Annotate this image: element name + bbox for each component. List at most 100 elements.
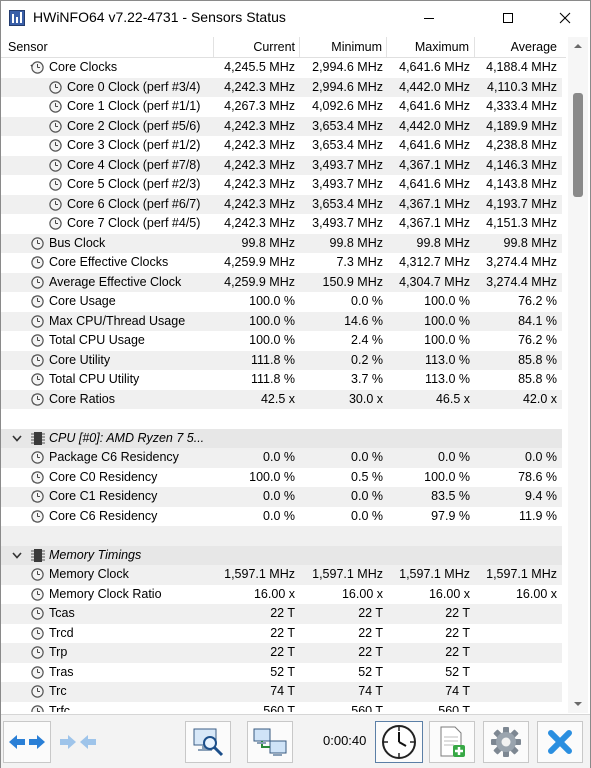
spacer-row[interactable] bbox=[1, 526, 562, 546]
gear-icon bbox=[491, 727, 521, 757]
maximum-value: 4,641.6 MHz bbox=[399, 99, 470, 113]
move-left-right-button[interactable] bbox=[3, 721, 51, 763]
maximum-value bbox=[389, 546, 470, 566]
scrollbar-thumb[interactable] bbox=[573, 93, 583, 197]
sensor-name: Core C6 Residency bbox=[49, 508, 158, 523]
column-minimum[interactable]: Minimum bbox=[301, 37, 382, 57]
chevron-down-icon[interactable] bbox=[11, 432, 23, 445]
minimum-value: 3,653.4 MHz bbox=[312, 118, 383, 133]
sensor-row[interactable]: Tras 52 T 52 T 52 T bbox=[1, 663, 562, 683]
sensor-name: Core 2 Clock (perf #5/6) bbox=[67, 118, 201, 133]
sensor-row[interactable]: Core C6 Residency 0.0 % 0.0 % 97.9 % 11.9 % bbox=[1, 507, 562, 527]
title-bar[interactable]: HWiNFO64 v7.22-4731 - Sensors Status bbox=[1, 1, 590, 35]
column-average[interactable]: Average bbox=[476, 37, 557, 57]
chip-icon bbox=[31, 548, 45, 562]
sensor-row[interactable]: Core Utility 111.8 % 0.2 % 113.0 % 85.8 % bbox=[1, 350, 562, 370]
vertical-scrollbar[interactable] bbox=[568, 37, 588, 713]
sensor-row[interactable]: Core 2 Clock (perf #5/6) 4,242.3 MHz 3,653… bbox=[1, 116, 562, 136]
sensor-row[interactable]: Core 4 Clock (perf #7/8) 4,242.3 MHz 3,493… bbox=[1, 155, 562, 175]
column-current[interactable]: Current bbox=[214, 37, 295, 57]
clock-icon bbox=[382, 725, 416, 759]
sensor-row[interactable]: Core 0 Clock (perf #3/4) 4,242.3 MHz 2,994… bbox=[1, 77, 562, 97]
sensor-row[interactable]: Total CPU Usage 100.0 % 2.4 % 100.0 % 76.2 % bbox=[1, 331, 562, 351]
sensor-name: Core Usage bbox=[49, 294, 116, 308]
minimum-value: 4,092.6 MHz bbox=[312, 99, 383, 113]
column-separator[interactable] bbox=[474, 37, 475, 57]
sensor-name: Average Effective Clock bbox=[49, 274, 182, 289]
sensor-row[interactable]: Core 5 Clock (perf #2/3) 4,242.3 MHz 3,493… bbox=[1, 175, 562, 195]
sensor-clock-icon bbox=[49, 139, 62, 152]
sensor-group-row[interactable]: Memory Timings bbox=[1, 545, 562, 566]
sensor-row[interactable]: Core 7 Clock (perf #4/5) 4,242.3 MHz 3,493… bbox=[1, 214, 562, 234]
sensor-row[interactable]: Tcas 22 T 22 T 22 T bbox=[1, 604, 562, 624]
average-value: 4,188.4 MHz bbox=[486, 60, 557, 74]
column-separator[interactable] bbox=[299, 37, 300, 57]
close-window-button[interactable] bbox=[542, 1, 588, 35]
minimum-value: 74 T bbox=[358, 684, 383, 698]
chevron-down-icon[interactable] bbox=[11, 549, 23, 562]
minimum-value: 22 T bbox=[358, 645, 383, 659]
sensor-group-row[interactable]: CPU [#0]: AMD Ryzen 7 5... bbox=[1, 428, 562, 449]
sensor-row[interactable]: Average Effective Clock 4,259.9 MHz 150.9 … bbox=[1, 272, 562, 292]
sensor-row[interactable]: Core 3 Clock (perf #1/2) 4,242.3 MHz 3,653… bbox=[1, 136, 562, 156]
sensor-clock-icon bbox=[31, 646, 44, 659]
column-separator[interactable] bbox=[386, 37, 387, 57]
timer-reset-button[interactable] bbox=[375, 721, 423, 763]
sensor-row[interactable]: Core Ratios 42.5 x 30.0 x 46.5 x 42.0 x bbox=[1, 389, 562, 409]
sensor-row[interactable]: Trc 74 T 74 T 74 T bbox=[1, 682, 562, 702]
sensor-grid[interactable]: Core Clocks 4,245.5 MHz 2,994.6 MHz 4,641.6… bbox=[1, 58, 566, 712]
sensor-row[interactable]: Bus Clock 99.8 MHz 99.8 MHz 99.8 MHz 99.8 MH… bbox=[1, 233, 562, 253]
minimum-value: 3,653.4 MHz bbox=[312, 196, 383, 211]
sensor-row[interactable]: Package C6 Residency 0.0 % 0.0 % 0.0 % 0.0 % bbox=[1, 448, 562, 468]
current-value: 22 T bbox=[270, 645, 295, 659]
sensor-row[interactable]: Core 1 Clock (perf #1/1) 4,267.3 MHz 4,092… bbox=[1, 97, 562, 117]
close-sensors-button[interactable] bbox=[537, 721, 583, 763]
column-sensor[interactable]: Sensor bbox=[8, 37, 48, 57]
chip-icon bbox=[31, 431, 45, 445]
current-value: 4,242.3 MHz bbox=[224, 216, 295, 230]
close-x-icon bbox=[548, 730, 572, 754]
window-title: HWiNFO64 v7.22-4731 - Sensors Status bbox=[33, 9, 286, 25]
maximum-value: 99.8 MHz bbox=[416, 235, 471, 250]
sensor-clock-icon bbox=[49, 178, 62, 191]
sensor-row[interactable]: Trp 22 T 22 T 22 T bbox=[1, 643, 562, 663]
collapse-button[interactable] bbox=[54, 721, 102, 763]
maximum-value: 16.00 x bbox=[428, 586, 470, 601]
column-maximum[interactable]: Maximum bbox=[389, 37, 469, 57]
current-value: 560 T bbox=[263, 703, 295, 713]
sensor-row[interactable]: Core C0 Residency 100.0 % 0.5 % 100.0 % 78.6… bbox=[1, 468, 562, 488]
minimum-value: 99.8 MHz bbox=[329, 235, 384, 250]
sensor-name: Total CPU Usage bbox=[49, 333, 145, 347]
average-value: 42.0 x bbox=[522, 391, 557, 406]
sensor-row[interactable]: Memory Clock 1,597.1 MHz 1,597.1 MHz 1,597.… bbox=[1, 565, 562, 585]
sensor-name: Core Ratios bbox=[49, 391, 115, 406]
sensor-search-button[interactable] bbox=[185, 721, 231, 763]
network-button[interactable] bbox=[247, 721, 293, 763]
maximum-value bbox=[389, 429, 470, 449]
sensor-row[interactable]: Total CPU Utility 111.8 % 3.7 % 113.0 % 85.8… bbox=[1, 370, 562, 390]
sensor-row[interactable]: Core Usage 100.0 % 0.0 % 100.0 % 76.2 % bbox=[1, 292, 562, 312]
average-value bbox=[476, 546, 557, 566]
average-value bbox=[476, 682, 557, 702]
minimize-button[interactable] bbox=[406, 1, 452, 35]
sensor-row[interactable]: Core 6 Clock (perf #6/7) 4,242.3 MHz 3,653… bbox=[1, 194, 562, 214]
sensor-row[interactable]: Trfc 560 T 560 T 560 T bbox=[1, 702, 562, 713]
current-value: 4,242.3 MHz bbox=[224, 157, 295, 172]
spacer-row[interactable] bbox=[1, 409, 562, 429]
maximum-value: 113.0 % bbox=[425, 372, 470, 386]
scroll-down-arrow-icon[interactable] bbox=[572, 699, 584, 709]
scroll-up-arrow-icon[interactable] bbox=[572, 41, 584, 51]
sensor-row[interactable]: Core Effective Clocks 4,259.9 MHz 7.3 MHz 4… bbox=[1, 253, 562, 273]
maximum-value: 46.5 x bbox=[435, 391, 470, 406]
maximum-value: 4,442.0 MHz bbox=[399, 118, 470, 133]
sensor-row[interactable]: Memory Clock Ratio 16.00 x 16.00 x 16.00 x 1… bbox=[1, 585, 562, 605]
average-value: 16.00 x bbox=[515, 586, 557, 601]
sensor-row[interactable]: Trcd 22 T 22 T 22 T bbox=[1, 624, 562, 644]
add-report-button[interactable] bbox=[429, 721, 475, 763]
minimum-value: 0.0 % bbox=[351, 450, 383, 464]
settings-button[interactable] bbox=[483, 721, 529, 763]
sensor-row[interactable]: Core C1 Residency 0.0 % 0.0 % 83.5 % 9.4 % bbox=[1, 487, 562, 507]
sensor-row[interactable]: Max CPU/Thread Usage 100.0 % 14.6 % 100.0 %… bbox=[1, 311, 562, 331]
maximize-button[interactable] bbox=[485, 1, 531, 35]
sensor-row[interactable]: Core Clocks 4,245.5 MHz 2,994.6 MHz 4,641.6… bbox=[1, 58, 562, 78]
